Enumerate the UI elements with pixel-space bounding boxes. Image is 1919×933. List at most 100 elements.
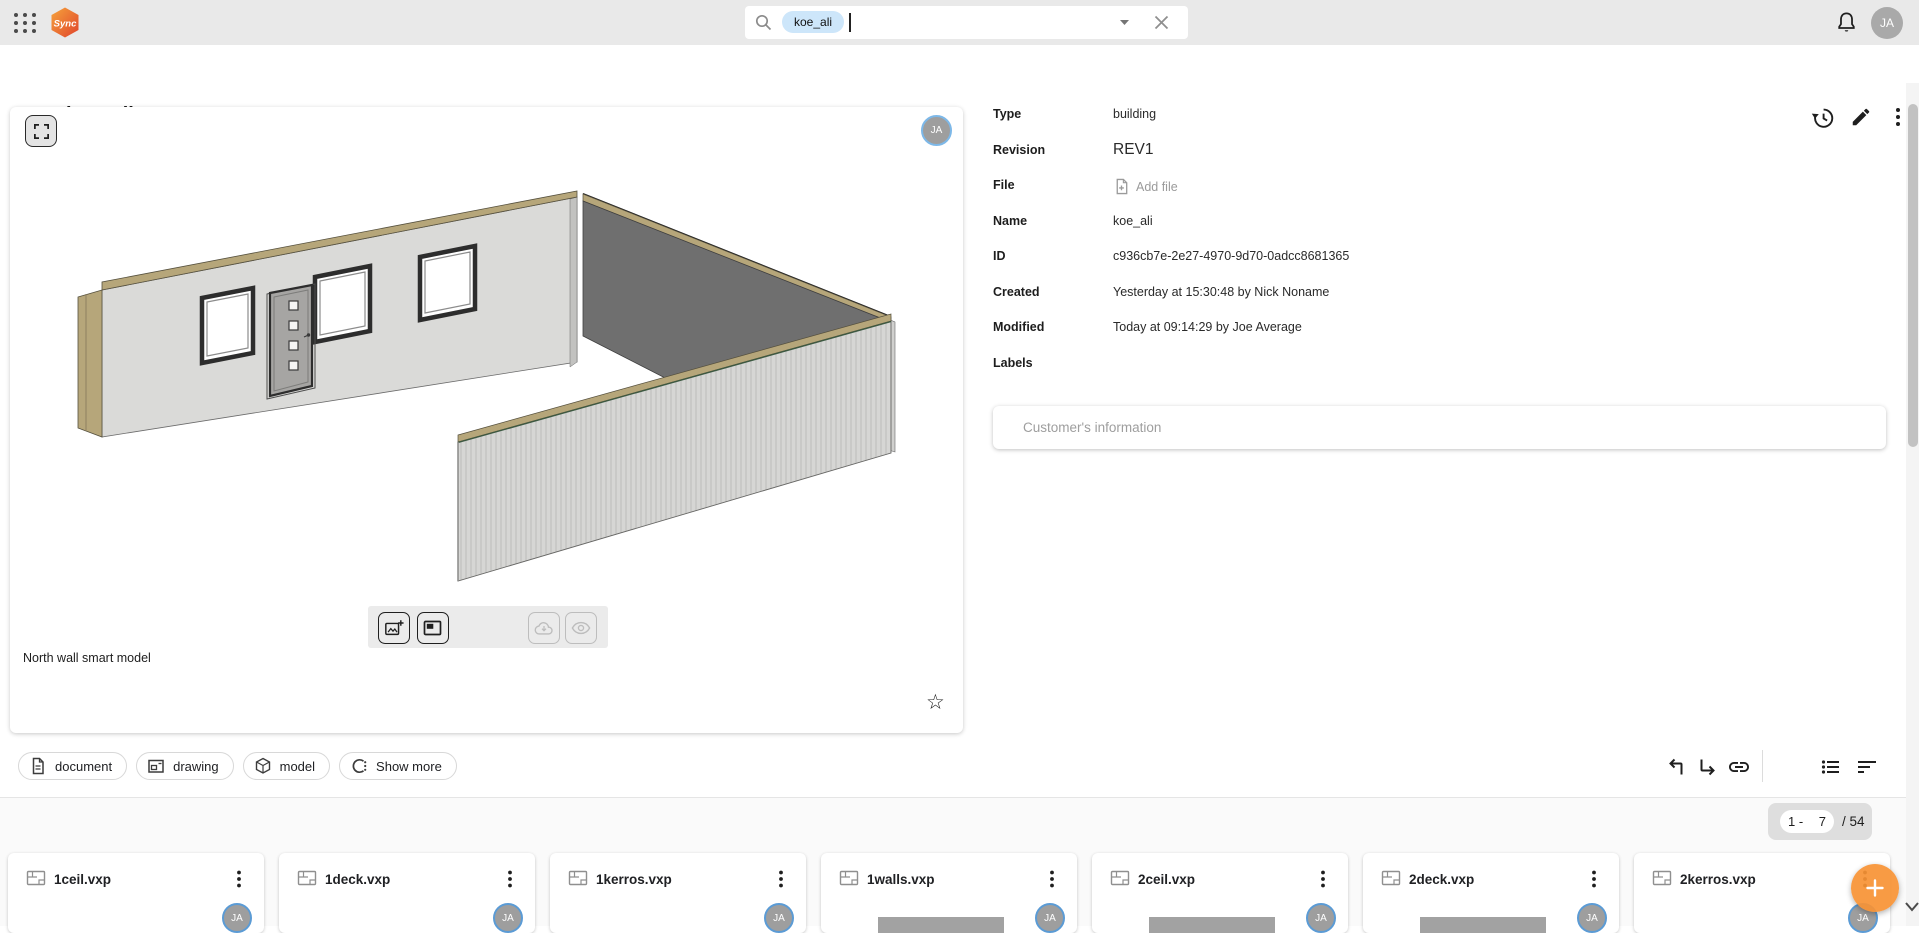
thumbnail-view-button[interactable] (417, 612, 449, 644)
metadata-value: REV1 (1113, 141, 1154, 159)
pencil-icon (1850, 106, 1872, 128)
app-window: Sync koe_ali JA (0, 0, 1919, 926)
file-modifier-avatar[interactable]: JA (222, 903, 252, 933)
file-card-menu-button[interactable] (1316, 869, 1330, 889)
search-dropdown-caret-icon[interactable] (1120, 20, 1129, 25)
sync-logo[interactable]: Sync (50, 7, 80, 38)
pagination[interactable]: 1 - 7 / 54 (1768, 803, 1872, 840)
model-icon (254, 757, 272, 775)
fullscreen-icon (34, 124, 49, 139)
kebab-icon (1890, 106, 1906, 128)
file-name: 2kerros.vxp (1680, 872, 1756, 887)
file-modifier-avatar[interactable]: JA (493, 903, 523, 933)
model-3d-preview[interactable] (65, 190, 915, 590)
file-modifier-avatar[interactable]: JA (1306, 903, 1336, 933)
edit-button[interactable] (1850, 106, 1872, 128)
drawing-file-icon (25, 867, 47, 889)
file-card-1kerros.vxp[interactable]: 1kerros.vxp JA (550, 853, 806, 933)
modifier-avatar[interactable]: JA (921, 115, 952, 146)
list-icon (1819, 755, 1843, 779)
file-name: 1walls.vxp (867, 872, 935, 887)
file-card-menu-button[interactable] (1045, 869, 1059, 889)
file-modifier-avatar[interactable]: JA (764, 903, 794, 933)
metadata-label: Revision (993, 143, 1113, 157)
cloud-download-button[interactable] (528, 612, 560, 644)
history-button[interactable] (1811, 106, 1835, 130)
filter-chip-model[interactable]: model (243, 752, 330, 780)
filter-chip-document[interactable]: document (18, 752, 127, 780)
metadata-value: c936cb7e-2e27-4970-9d70-0adcc8681365 (1113, 249, 1349, 263)
document-icon (29, 757, 47, 775)
model-viewer-card: JA (10, 107, 963, 733)
list-view-button[interactable] (1819, 755, 1843, 779)
scrollbar[interactable] (1906, 83, 1919, 926)
metadata-label: ID (993, 249, 1113, 263)
metadata-value: koe_ali (1113, 214, 1153, 228)
text-cursor (849, 13, 851, 32)
apps-grid-button[interactable] (12, 10, 38, 36)
add-button[interactable] (1851, 864, 1899, 912)
entity-toolbar: koe_ali (0, 45, 1919, 100)
fullscreen-button[interactable] (25, 115, 57, 147)
page-range-input[interactable]: 1 - 7 (1780, 810, 1834, 833)
search-clear-button[interactable] (1154, 15, 1169, 30)
file-modifier-avatar[interactable]: JA (1577, 903, 1607, 933)
metadata-label: Type (993, 107, 1113, 121)
reply-arrow-button[interactable] (1665, 755, 1689, 779)
scrollbar-thumb[interactable] (1908, 104, 1918, 447)
filter-chip-drawing[interactable]: drawing (136, 752, 234, 780)
file-name: 2deck.vxp (1409, 872, 1474, 887)
add-file-icon[interactable] (1113, 178, 1130, 195)
file-card-menu-button[interactable] (1587, 869, 1601, 889)
scroll-down-chevron-icon[interactable] (1903, 901, 1919, 913)
file-name: 1kerros.vxp (596, 872, 672, 887)
file-modifier-avatar[interactable]: JA (1035, 903, 1065, 933)
file-thumbnail-preview (1149, 917, 1275, 933)
file-card-menu-button[interactable] (503, 869, 517, 889)
file-card-menu-button[interactable] (774, 869, 788, 889)
drawing-file-icon (567, 867, 589, 889)
file-card-menu-button[interactable] (232, 869, 246, 889)
sort-button[interactable] (1855, 755, 1879, 779)
search-bar[interactable]: koe_ali (745, 6, 1188, 39)
favorite-star-button[interactable]: ☆ (926, 690, 945, 714)
filter-chip-show-more[interactable]: Show more (339, 752, 457, 780)
forward-arrow-button[interactable] (1695, 755, 1719, 779)
viewer-toolbar (368, 606, 608, 648)
page-total: / 54 (1842, 814, 1865, 829)
metadata-row: Name koe_ali (993, 210, 1613, 246)
metadata-row: File Add file (993, 174, 1613, 210)
close-icon (1154, 15, 1169, 30)
notifications-button[interactable] (1834, 10, 1859, 35)
metadata-value: Today at 09:14:29 by Joe Average (1113, 320, 1302, 334)
customer-information-placeholder: Customer's information (993, 420, 1161, 435)
link-button[interactable] (1727, 755, 1751, 779)
file-card-1walls.vxp[interactable]: 1walls.vxp JA (821, 853, 1077, 933)
metadata-panel: Type building Revision REV1 File Add fil… (993, 103, 1613, 387)
file-card-2ceil.vxp[interactable]: 2ceil.vxp JA (1092, 853, 1348, 933)
metadata-label: File (993, 178, 1113, 192)
file-card-2deck.vxp[interactable]: 2deck.vxp JA (1363, 853, 1619, 933)
file-card-1ceil.vxp[interactable]: 1ceil.vxp JA (8, 853, 264, 933)
sync-logo-text: Sync (54, 19, 77, 30)
customer-information-field[interactable]: Customer's information (993, 406, 1886, 449)
user-avatar[interactable]: JA (1871, 7, 1903, 39)
sort-icon (1855, 755, 1879, 779)
link-icon (1727, 755, 1751, 779)
filter-chips-row: document drawing model Show more (18, 752, 457, 780)
metadata-label: Name (993, 214, 1113, 228)
more-options-button[interactable] (1890, 106, 1906, 128)
arrow-turn-down-right-icon (1695, 755, 1719, 779)
file-thumbnail-preview (878, 917, 1004, 933)
visibility-button[interactable] (565, 612, 597, 644)
drawing-file-icon (296, 867, 318, 889)
drawing-file-icon (1651, 867, 1673, 889)
metadata-label: Modified (993, 320, 1113, 334)
search-term-chip[interactable]: koe_ali (782, 11, 844, 33)
top-app-bar: Sync koe_ali JA (0, 0, 1919, 45)
file-name: 2ceil.vxp (1138, 872, 1195, 887)
file-name: 1deck.vxp (325, 872, 390, 887)
eye-icon (571, 621, 591, 635)
file-card-1deck.vxp[interactable]: 1deck.vxp JA (279, 853, 535, 933)
add-image-button[interactable] (378, 612, 410, 644)
